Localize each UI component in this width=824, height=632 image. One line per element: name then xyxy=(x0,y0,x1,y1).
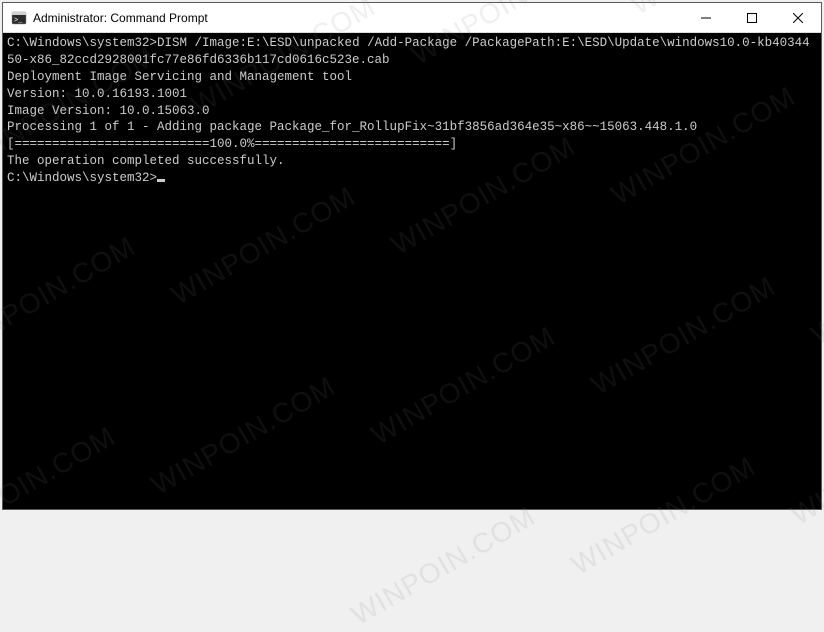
command-prompt-window: >_ Administrator: Command Prompt C:\Wind… xyxy=(2,2,822,510)
window-controls xyxy=(683,3,821,32)
tool-name-line: Deployment Image Servicing and Managemen… xyxy=(7,69,817,86)
completed-line: The operation completed successfully. xyxy=(7,153,817,170)
processing-line: Processing 1 of 1 - Adding package Packa… xyxy=(7,119,817,136)
image-version-line: Image Version: 10.0.15063.0 xyxy=(7,103,817,120)
titlebar[interactable]: >_ Administrator: Command Prompt xyxy=(3,3,821,33)
svg-text:>_: >_ xyxy=(14,17,23,25)
cmd-icon: >_ xyxy=(11,10,27,26)
command-line-2: C:\Windows\system32> xyxy=(7,170,817,187)
window-title: Administrator: Command Prompt xyxy=(33,11,683,25)
tool-version-line: Version: 10.0.16193.1001 xyxy=(7,86,817,103)
command-line-1: C:\Windows\system32>DISM /Image:E:\ESD\u… xyxy=(7,35,817,69)
prompt-path: C:\Windows\system32> xyxy=(7,171,157,185)
maximize-button[interactable] xyxy=(729,3,775,32)
console-area[interactable]: C:\Windows\system32>DISM /Image:E:\ESD\u… xyxy=(3,33,821,509)
close-button[interactable] xyxy=(775,3,821,32)
progress-bar-line: [==========================100.0%=======… xyxy=(7,136,817,153)
watermark-text: WINPOIN.COM xyxy=(346,500,541,631)
prompt-path: C:\Windows\system32> xyxy=(7,36,157,50)
minimize-button[interactable] xyxy=(683,3,729,32)
cursor xyxy=(157,179,165,182)
